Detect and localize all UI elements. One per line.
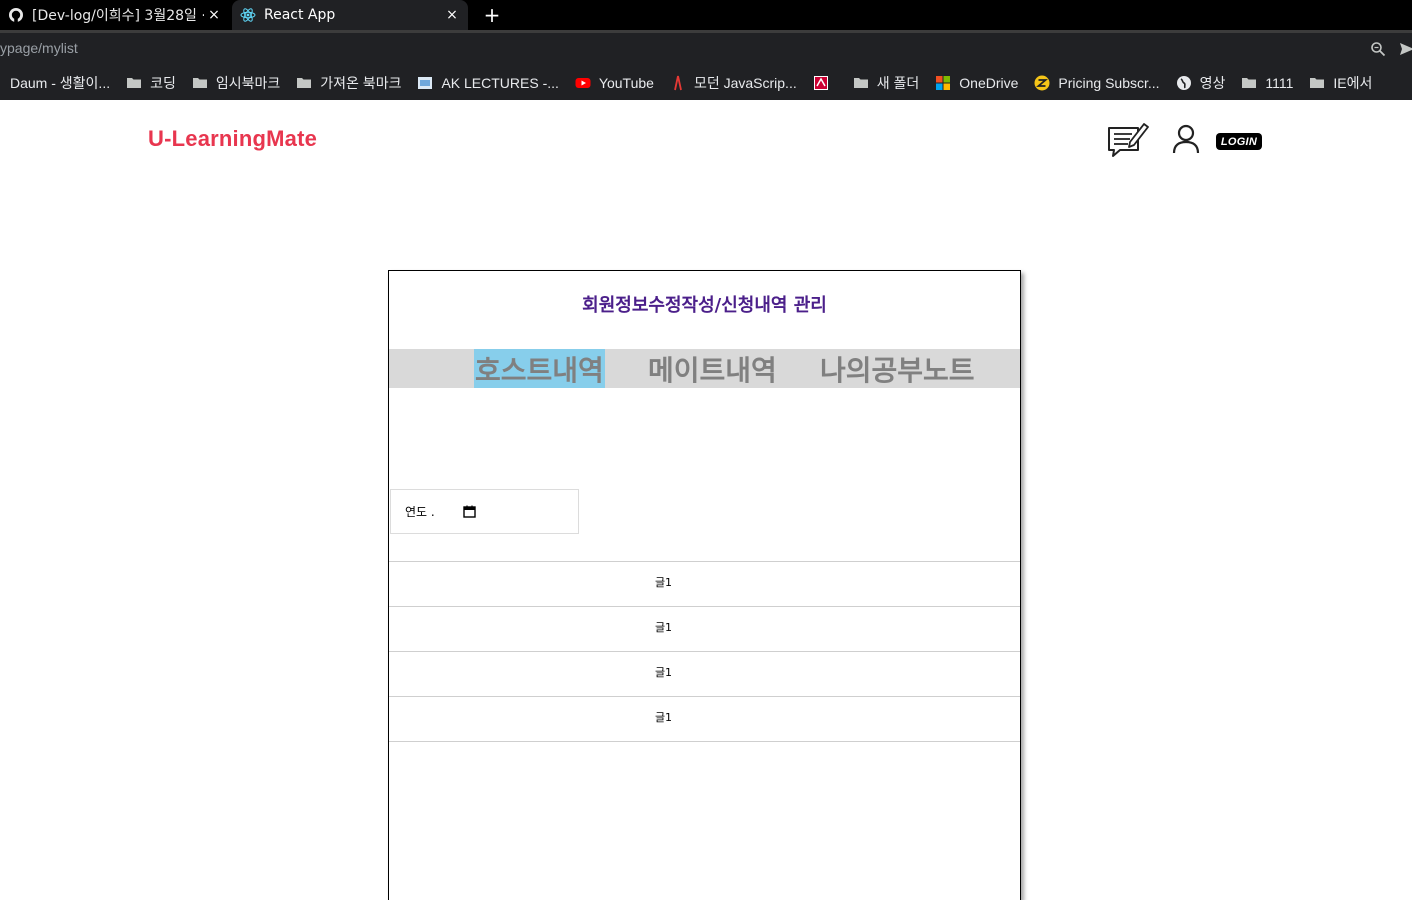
bookmark-label: 임시북마크 [215,75,281,91]
bookmark-label: AK LECTURES -... [441,75,559,91]
list-item[interactable]: 글1 [389,696,1020,742]
pricing-icon [1034,75,1050,91]
zoom-icon[interactable] [1370,41,1386,57]
bookmark-folder-1111[interactable]: 1111 [1241,75,1293,91]
bookmark-label: YouTube [598,75,654,91]
javascript-icon [674,75,682,91]
browser-tab-strip: [Dev-log/이희수] 3월28일 · × React App × + [0,0,1412,30]
send-icon[interactable] [1400,41,1412,57]
tab-mate-history[interactable]: 메이트내역 [648,349,777,388]
bookmark-youtube[interactable]: YouTube [575,75,654,91]
bookmark-ak-lectures[interactable]: AK LECTURES -... [417,75,559,91]
bookmark-folder-ie[interactable]: IE에서 [1309,73,1372,93]
bookmark-label: IE에서 [1333,75,1373,91]
folder-icon [853,78,868,88]
bookmark-daum[interactable]: Daum - 생활이... [10,73,110,93]
tab-close-icon[interactable]: × [204,5,224,25]
user-icon[interactable] [1172,124,1200,154]
bookmark-folder-new[interactable]: 새 폴더 [853,73,920,93]
post-title: 글1 [654,711,673,724]
tab-host-history[interactable]: 호스트내역 [474,349,605,388]
youtube-icon [575,78,591,88]
microsoft-icon [936,76,951,90]
folder-icon [1242,78,1257,88]
mypage-card: 회원정보수정작성/신청내역 관리 호스트내역 메이트내역 나의공부노트 연도 .… [388,270,1021,900]
browser-tab-react-app[interactable]: React App × [232,0,468,30]
list-item[interactable]: 글1 [389,606,1020,652]
bookmark-label: Daum - 생활이... [10,75,111,91]
post-list: 글1 글1 글1 글1 [389,561,1020,742]
calendar-icon[interactable] [463,505,476,518]
folder-icon [127,78,142,88]
bookmark-folder-imported[interactable]: 가져온 북마크 [296,73,401,93]
tab-close-icon[interactable]: × [442,5,462,25]
bookmark-label: 코딩 [150,75,176,91]
post-title: 글1 [654,666,673,679]
post-title: 글1 [654,621,673,634]
bookmark-folder-coding[interactable]: 코딩 [126,73,176,93]
address-bar-url[interactable]: ypage/mylist [0,40,78,56]
react-icon [240,8,256,22]
browser-toolbar: ypage/mylist [0,30,1412,66]
bookmark-label: 가져온 북마크 [320,75,402,91]
ak-lectures-icon [418,77,433,89]
login-button[interactable]: LOGIN [1216,133,1262,150]
new-tab-button[interactable]: + [480,3,504,27]
rutgers-icon [813,76,828,90]
browser-tab-devlog[interactable]: [Dev-log/이희수] 3월28일 · × [0,0,230,30]
bookmark-label: 1111 [1265,75,1294,91]
page-content: U-LearningMate LOGIN 회원정보수정작성/신청내역 관리 호스… [0,100,1412,900]
post-title: 글1 [654,576,673,589]
bookmark-label: 모던 JavaScrip... [693,75,797,91]
bookmark-label: Pricing Subscr... [1058,75,1160,91]
folder-icon [297,78,312,88]
bookmark-video[interactable]: 영상 [1176,73,1226,93]
tab-my-study-notes[interactable]: 나의공부노트 [820,349,975,388]
tab-title: React App [264,7,336,23]
bookmark-label: 영상 [1199,75,1226,91]
folder-icon [192,78,207,88]
bookmark-pricing[interactable]: Pricing Subscr... [1034,75,1160,91]
list-item[interactable]: 글1 [389,651,1020,697]
year-date-input[interactable]: 연도 . [390,489,579,534]
card-title: 회원정보수정작성/신청내역 관리 [582,295,827,316]
site-logo[interactable]: U-LearningMate [148,126,317,152]
date-input-text: 연도 . [405,505,435,519]
list-item[interactable]: 글1 [389,561,1020,607]
bookmark-label: OneDrive [959,75,1019,91]
bookmarks-bar: Daum - 생활이... 코딩 임시북마크 가져온 북마크 AK LECTUR… [0,66,1412,100]
bookmark-label: 새 폴더 [876,75,920,91]
bookmark-rutgers[interactable] [813,75,837,91]
history-tab-bar: 호스트내역 메이트내역 나의공부노트 [389,349,1020,388]
bookmark-folder-temp[interactable]: 임시북마크 [192,73,280,93]
bookmark-onedrive[interactable]: OneDrive [935,75,1018,91]
folder-icon [1310,78,1325,88]
github-icon [9,8,23,22]
write-note-icon[interactable] [1106,120,1150,160]
tab-title: [Dev-log/이희수] 3월28일 · [32,8,204,24]
bookmark-modern-javascript[interactable]: 모던 JavaScrip... [670,73,797,93]
globe-icon [1176,76,1191,90]
